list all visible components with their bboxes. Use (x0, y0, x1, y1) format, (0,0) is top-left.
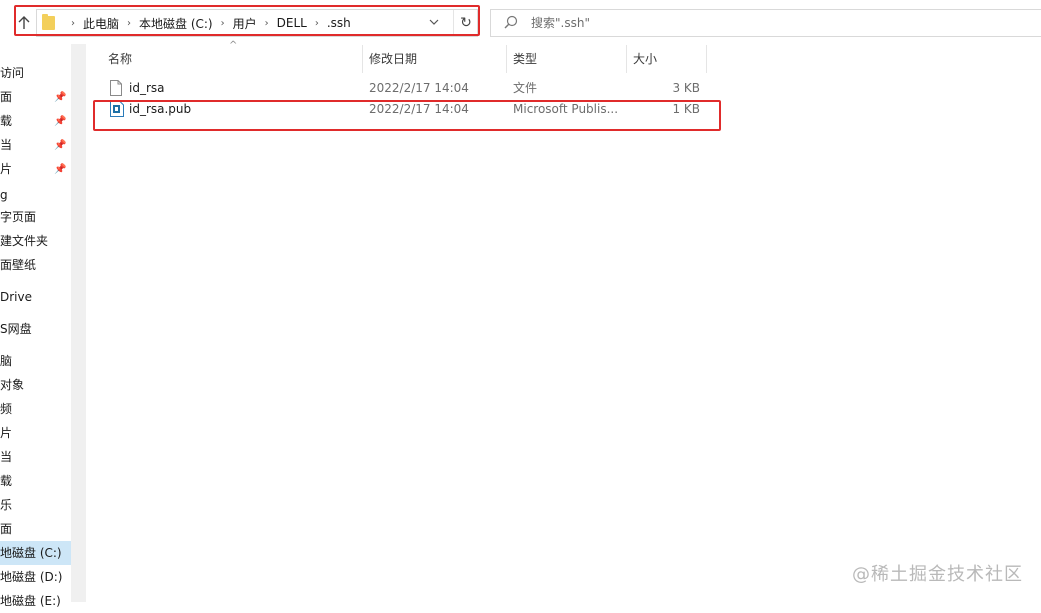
crumb-local-disk-c[interactable]: 本地磁盘 (C:) (139, 15, 213, 32)
file-date: 2022/2/17 14:04 (369, 81, 469, 95)
sort-ascending-icon: ^ (229, 40, 238, 51)
refresh-icon[interactable]: ↻ (453, 10, 478, 36)
column-divider[interactable] (362, 45, 363, 73)
nav-item-downloads-pc[interactable]: 载 (0, 469, 71, 493)
file-row[interactable]: id_rsa 2022/2/17 14:04 文件 3 KB (104, 78, 708, 99)
nav-item-local-disk-c[interactable]: 地磁盘 (C:) (0, 541, 71, 565)
nav-item-wallpaper[interactable]: 面壁纸 (0, 253, 71, 277)
column-divider[interactable] (706, 45, 707, 73)
column-header-name[interactable]: 名称 (108, 45, 132, 73)
nav-item-desktop-pc[interactable]: 面 (0, 517, 71, 541)
column-header-type[interactable]: 类型 (513, 45, 537, 73)
file-type: 文件 (513, 81, 538, 95)
publisher-file-icon (110, 101, 124, 117)
nav-item-videos[interactable]: 频 (0, 397, 71, 421)
chevron-right-icon[interactable]: › (265, 18, 269, 29)
watermark: @稀土掘金技术社区 (852, 564, 1023, 585)
crumb-dell[interactable]: DELL (277, 16, 307, 30)
crumb-ssh[interactable]: .ssh (327, 16, 351, 30)
chevron-right-icon[interactable]: › (315, 18, 319, 29)
address-row: › 此电脑 › 本地磁盘 (C:) › 用户 › DELL › .ssh ↻ 搜… (0, 0, 1041, 44)
address-bar[interactable]: › 此电脑 › 本地磁盘 (C:) › 用户 › DELL › .ssh ↻ (36, 9, 478, 37)
nav-item-onedrive[interactable]: Drive (0, 285, 71, 309)
pin-icon[interactable]: 📌 (54, 140, 66, 152)
file-date: 2022/2/17 14:04 (369, 102, 469, 116)
column-header-size[interactable]: 大小 (633, 45, 657, 73)
search-input[interactable]: 搜索".ssh" (490, 9, 1041, 37)
nav-item-local-disk-e[interactable]: 地磁盘 (E:) (0, 589, 71, 613)
file-row[interactable]: id_rsa.pub 2022/2/17 14:04 Microsoft Pub… (104, 99, 708, 120)
nav-item-this-pc[interactable]: 脑 (0, 349, 71, 373)
nav-item-quick-access[interactable]: 访问 (0, 61, 71, 85)
column-divider[interactable] (626, 45, 627, 73)
pin-icon[interactable]: 📌 (54, 164, 66, 176)
nav-item-wps-drive[interactable]: S网盘 (0, 317, 71, 341)
column-header-date[interactable]: 修改日期 (369, 45, 417, 73)
file-name: id_rsa (129, 81, 165, 95)
pin-icon[interactable]: 📌 (54, 92, 66, 104)
crumb-users[interactable]: 用户 (233, 15, 257, 32)
file-icon (110, 80, 122, 96)
nav-item-page[interactable]: 字页面 (0, 205, 71, 229)
breadcrumb: › 此电脑 › 本地磁盘 (C:) › 用户 › DELL › .ssh (63, 10, 351, 36)
nav-item-g[interactable]: g (0, 183, 71, 207)
file-size: 1 KB (672, 102, 700, 116)
nav-item-3d-objects[interactable]: 对象 (0, 373, 71, 397)
file-name: id_rsa.pub (129, 102, 192, 116)
nav-scrollbar[interactable] (71, 44, 86, 602)
crumb-this-pc[interactable]: 此电脑 (83, 15, 119, 32)
up-arrow-icon[interactable] (14, 12, 34, 34)
chevron-right-icon[interactable]: › (71, 18, 75, 29)
nav-item-music[interactable]: 乐 (0, 493, 71, 517)
nav-item-pictures-pc[interactable]: 片 (0, 421, 71, 445)
chevron-right-icon[interactable]: › (221, 18, 225, 29)
file-type: Microsoft Publis... (513, 102, 619, 116)
chevron-down-icon[interactable] (426, 14, 442, 32)
file-size: 3 KB (672, 81, 700, 95)
search-placeholder: 搜索".ssh" (531, 16, 590, 30)
search-icon (503, 15, 519, 31)
chevron-right-icon[interactable]: › (127, 18, 131, 29)
nav-item-new-folder[interactable]: 建文件夹 (0, 229, 71, 253)
nav-item-documents-pc[interactable]: 当 (0, 445, 71, 469)
nav-item-local-disk-d[interactable]: 地磁盘 (D:) (0, 565, 71, 589)
column-divider[interactable] (506, 45, 507, 73)
pin-icon[interactable]: 📌 (54, 116, 66, 128)
folder-icon (42, 14, 55, 30)
